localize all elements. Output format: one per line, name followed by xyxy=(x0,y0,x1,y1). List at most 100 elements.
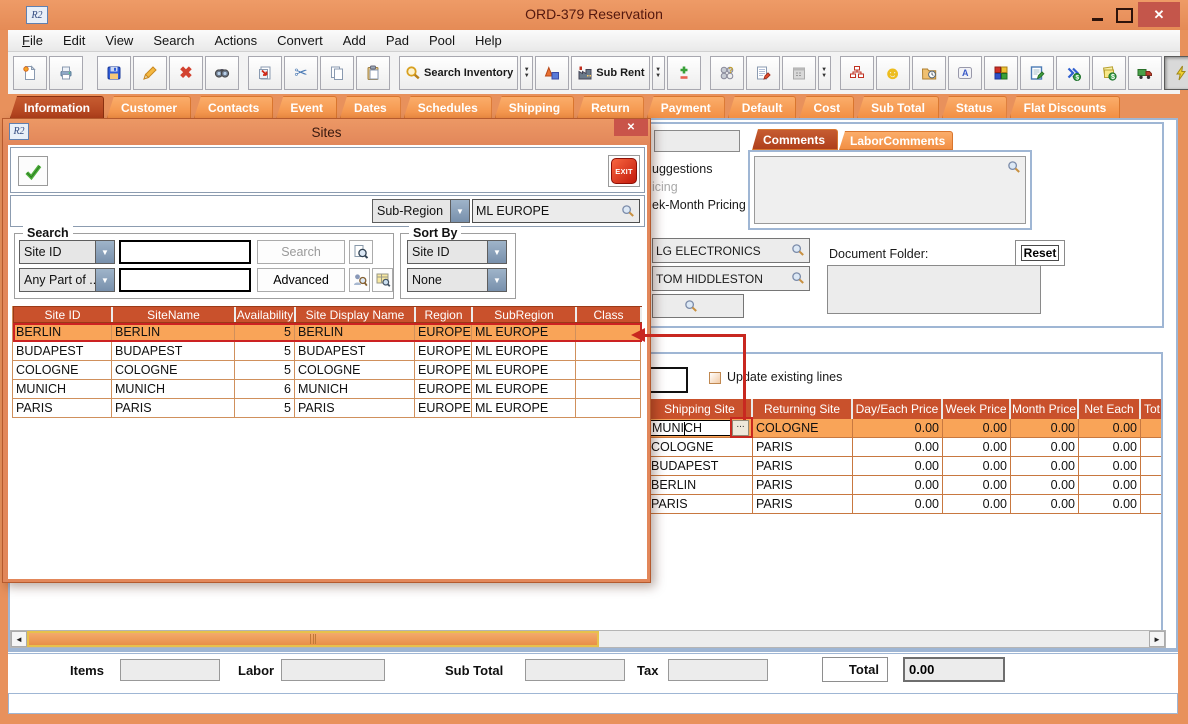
tab-return[interactable]: Return xyxy=(577,96,644,118)
column-header[interactable]: Site Display Name xyxy=(296,307,416,322)
dialog-close-icon[interactable] xyxy=(614,119,648,136)
search-icon[interactable] xyxy=(684,299,699,314)
plus-minus-button[interactable] xyxy=(667,56,701,90)
keyboard-key-button[interactable]: A xyxy=(948,56,982,90)
paste-special-button[interactable] xyxy=(248,56,282,90)
menu-item-convert[interactable]: Convert xyxy=(267,31,333,50)
info-field[interactable] xyxy=(654,130,740,152)
scroll-left-icon[interactable] xyxy=(11,631,27,647)
org-chart-button[interactable] xyxy=(840,56,874,90)
search-value-input-2[interactable] xyxy=(119,268,251,292)
calendar-button[interactable] xyxy=(782,56,816,90)
table-row[interactable]: COLOGNECOLOGNE5COLOGNEEUROPEML EUROPE xyxy=(13,361,642,380)
table-row[interactable]: BERLINBERLIN5BERLINEUROPEML EUROPE xyxy=(13,323,642,342)
column-header[interactable]: SubRegion xyxy=(473,307,577,322)
column-header[interactable]: Class xyxy=(577,307,642,322)
contact-field[interactable]: TOM HIDDLESTON xyxy=(652,266,810,291)
tab-status[interactable]: Status xyxy=(942,96,1007,118)
subregion-combo[interactable]: Sub-Region xyxy=(372,199,470,223)
folder-clock-button[interactable] xyxy=(912,56,946,90)
copy-button[interactable] xyxy=(320,56,354,90)
subtotal-field[interactable] xyxy=(525,659,625,681)
search-icon[interactable] xyxy=(791,271,806,286)
column-header[interactable]: Availability xyxy=(236,307,296,322)
truck-button[interactable] xyxy=(1128,56,1162,90)
search-match-combo[interactable]: Any Part of ... xyxy=(19,268,115,292)
menu-item-edit[interactable]: Edit xyxy=(53,31,95,50)
lookup-field[interactable] xyxy=(652,294,744,318)
find-grid-icon[interactable] xyxy=(372,268,393,292)
search-value-input[interactable] xyxy=(119,240,251,264)
column-header[interactable]: Day/Each Price xyxy=(853,399,943,419)
column-header[interactable]: Tot xyxy=(1141,399,1161,419)
binoculars-button[interactable] xyxy=(205,56,239,90)
menu-item-view[interactable]: View xyxy=(95,31,143,50)
search-icon[interactable] xyxy=(791,243,806,258)
edit-document-button[interactable] xyxy=(1020,56,1054,90)
document-folder-box[interactable] xyxy=(827,265,1041,314)
edit-pencil-button[interactable] xyxy=(133,56,167,90)
customer-field[interactable]: LG ELECTRONICS xyxy=(652,238,810,263)
tab-information[interactable]: Information xyxy=(10,96,104,118)
dollar-notes-button[interactable]: $ xyxy=(1092,56,1126,90)
tab-dates[interactable]: Dates xyxy=(340,96,401,118)
items-field[interactable] xyxy=(120,659,220,681)
paste-button[interactable] xyxy=(356,56,390,90)
search-icon[interactable] xyxy=(1007,160,1022,175)
tab-payment[interactable]: Payment xyxy=(647,96,725,118)
menu-item-actions[interactable]: Actions xyxy=(205,31,268,50)
search-field-combo[interactable]: Site ID xyxy=(19,240,115,264)
shipping-site-editbox[interactable]: MUNICH xyxy=(649,420,731,436)
new-document-button[interactable] xyxy=(13,56,47,90)
subregion-value-field[interactable]: ML EUROPE xyxy=(472,199,640,223)
column-header[interactable]: Shipping Site xyxy=(648,399,753,419)
close-icon[interactable] xyxy=(1138,2,1180,27)
horizontal-scrollbar[interactable] xyxy=(10,630,1166,648)
shapes-button[interactable] xyxy=(535,56,569,90)
maximize-icon[interactable] xyxy=(1114,7,1134,23)
table-row[interactable]: PARISPARIS0.000.000.000.00 xyxy=(648,495,1161,514)
column-header[interactable]: Site ID xyxy=(14,307,113,322)
search-icon[interactable] xyxy=(621,204,636,219)
column-header[interactable]: Net Each xyxy=(1079,399,1141,419)
smiley-button[interactable]: ☻ xyxy=(876,56,910,90)
menu-item-file[interactable]: File xyxy=(12,31,53,50)
quantity-input[interactable] xyxy=(646,367,688,393)
column-header[interactable]: Week Price xyxy=(943,399,1011,419)
table-row[interactable]: MUNICHMUNICH6MUNICHEUROPEML EUROPE xyxy=(13,380,642,399)
sub-rent-button[interactable]: Sub Rent xyxy=(571,56,649,90)
chevron-down-icon[interactable] xyxy=(652,56,665,90)
find-person-icon[interactable] xyxy=(349,268,370,292)
accept-button[interactable] xyxy=(18,156,48,186)
menu-item-pool[interactable]: Pool xyxy=(419,31,465,50)
find-doc-icon[interactable] xyxy=(349,240,373,264)
column-header[interactable]: Month Price xyxy=(1011,399,1079,419)
sort-primary-combo[interactable]: Site ID xyxy=(407,240,507,264)
group-question-button[interactable]: ? xyxy=(710,56,744,90)
print-button[interactable] xyxy=(49,56,83,90)
tab-comments[interactable]: Comments xyxy=(752,129,838,150)
lightning-button[interactable] xyxy=(1164,56,1188,90)
minimize-icon[interactable] xyxy=(1086,5,1108,25)
scrollbar-thumb[interactable] xyxy=(27,631,599,647)
menu-item-add[interactable]: Add xyxy=(333,31,376,50)
search-button[interactable]: Search xyxy=(257,240,345,264)
tab-shipping[interactable]: Shipping xyxy=(495,96,574,118)
table-row[interactable]: PARISPARIS5PARISEUROPEML EUROPE xyxy=(13,399,642,418)
scroll-right-icon[interactable] xyxy=(1149,631,1165,647)
table-row[interactable]: BUDAPESTPARIS0.000.000.000.00 xyxy=(648,457,1161,476)
dollar-arrows-button[interactable]: $ xyxy=(1056,56,1090,90)
cubes-button[interactable] xyxy=(984,56,1018,90)
total-field[interactable]: 0.00 xyxy=(903,657,1005,682)
table-row[interactable]: COLOGNEPARIS0.000.000.000.00 xyxy=(648,438,1161,457)
update-existing-checkbox[interactable] xyxy=(709,372,721,384)
tab-event[interactable]: Event xyxy=(276,96,337,118)
tab-customer[interactable]: Customer xyxy=(107,96,191,118)
reset-button[interactable]: Reset xyxy=(1021,245,1060,261)
table-row[interactable]: MUNICH...COLOGNE0.000.000.000.00 xyxy=(648,419,1161,438)
chevron-down-icon[interactable] xyxy=(520,56,533,90)
column-header[interactable]: Returning Site xyxy=(753,399,853,419)
tab-sub-total[interactable]: Sub Total xyxy=(857,96,939,118)
tab-default[interactable]: Default xyxy=(728,96,797,118)
delete-x-button[interactable]: ✖ xyxy=(169,56,203,90)
